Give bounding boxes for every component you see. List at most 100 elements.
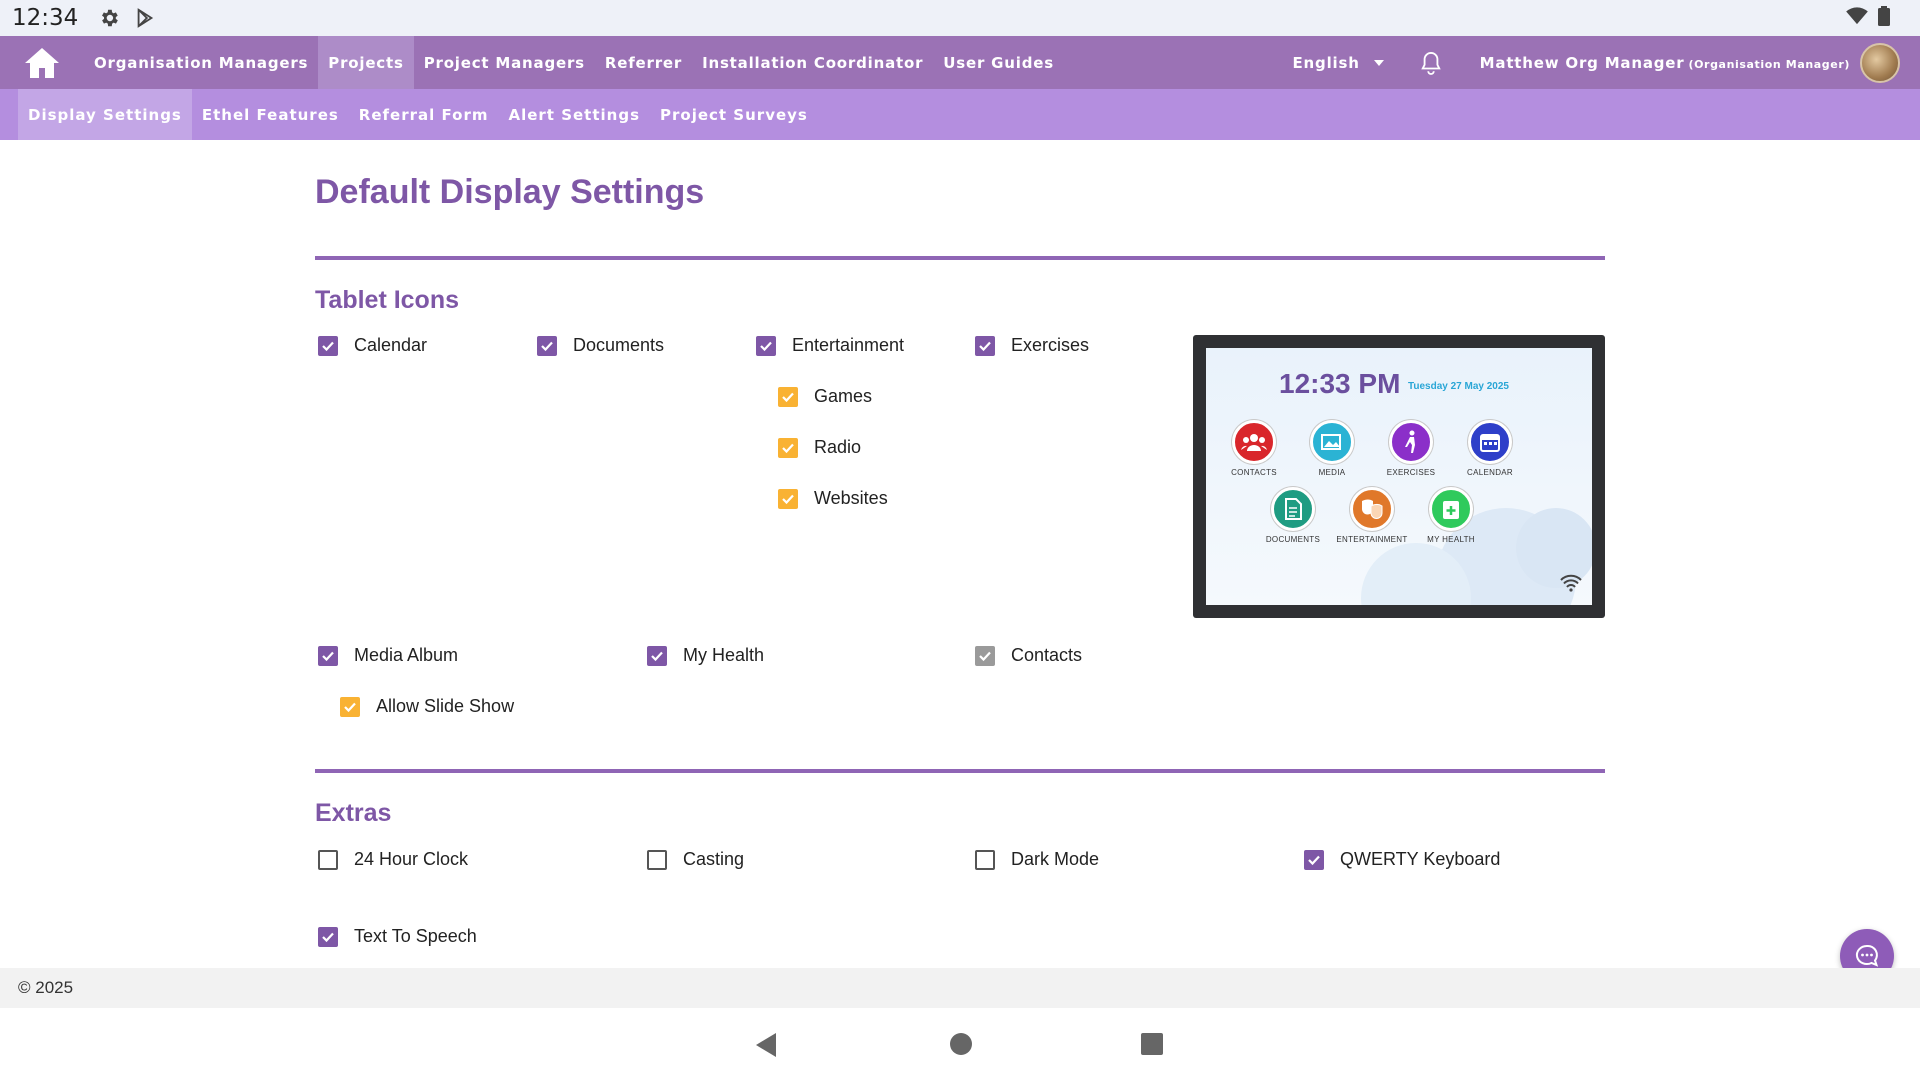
checkbox-checked-icon (975, 645, 995, 666)
tablet-preview: 12:33 PM Tuesday 27 May 2025 CONTACTS ME… (1193, 335, 1605, 618)
battery-icon (1878, 6, 1890, 31)
checkbox-unchecked-icon (975, 849, 995, 870)
tablet-app-documents: DOCUMENTS (1253, 487, 1333, 544)
checkbox-games[interactable]: Games (778, 386, 872, 407)
status-time: 12:34 (12, 5, 79, 31)
checkbox-unchecked-icon (318, 849, 338, 870)
tab-display-settings[interactable]: Display Settings (18, 89, 192, 140)
tablet-app-label: DOCUMENTS (1265, 535, 1321, 544)
system-status-bar: 12:34 (0, 0, 1920, 36)
checkbox-label: 24 Hour Clock (354, 849, 469, 869)
checkbox-qwerty-keyboard[interactable]: QWERTY Keyboard (1304, 849, 1500, 870)
section-title-extras: Extras (315, 799, 392, 827)
back-icon[interactable] (754, 1032, 778, 1063)
chevron-down-icon (1373, 59, 1384, 66)
checkbox-media-album[interactable]: Media Album (318, 645, 458, 666)
checkbox-exercises[interactable]: Exercises (975, 335, 1089, 356)
tablet-app-label: EXERCISES (1386, 468, 1436, 477)
checkbox-dark-mode[interactable]: Dark Mode (975, 849, 1099, 870)
tablet-app-label: MEDIA (1318, 468, 1346, 477)
checkbox-calendar[interactable]: Calendar (318, 335, 427, 356)
language-selector[interactable]: English (1293, 54, 1384, 72)
checkbox-checked-icon (778, 437, 798, 458)
checkbox-checked-icon (756, 335, 776, 356)
avatar[interactable] (1860, 42, 1900, 83)
tablet-app-label: CALENDAR (1467, 468, 1513, 477)
checkbox-label: Games (814, 386, 873, 406)
checkbox-label: Documents (573, 335, 665, 355)
tablet-date: Tuesday 27 May 2025 (1408, 381, 1509, 392)
checkbox-label: Calendar (354, 335, 428, 355)
tablet-app-entertainment: ENTERTAINMENT (1332, 487, 1412, 544)
checkbox-label: Dark Mode (1011, 849, 1100, 869)
checkbox-my-health[interactable]: My Health (647, 645, 764, 666)
checkbox-24-hour-clock[interactable]: 24 Hour Clock (318, 849, 468, 870)
checkbox-documents[interactable]: Documents (537, 335, 664, 356)
chat-bubble-icon (1855, 944, 1879, 967)
checkbox-checked-icon (778, 488, 798, 509)
wifi-icon (1846, 7, 1868, 30)
checkbox-label: QWERTY Keyboard (1340, 849, 1501, 869)
divider (315, 769, 1605, 773)
theatre-masks-icon (1350, 487, 1394, 531)
checkbox-entertainment[interactable]: Entertainment (756, 335, 904, 356)
recents-square-icon[interactable] (1140, 1032, 1164, 1061)
checkbox-casting[interactable]: Casting (647, 849, 744, 870)
user-role: (Organisation Manager) (1688, 58, 1850, 71)
tablet-app-label: MY HEALTH (1427, 535, 1475, 544)
exercises-icon (1389, 420, 1433, 464)
nav-user-guides[interactable]: User Guides (933, 36, 1064, 89)
checkbox-text-to-speech[interactable]: Text To Speech (318, 926, 477, 947)
checkbox-allow-slide-show[interactable]: Allow Slide Show (340, 696, 514, 717)
tab-referral-form[interactable]: Referral Form (349, 89, 499, 140)
checkbox-label: Entertainment (792, 335, 905, 355)
tablet-app-my-health: MY HEALTH (1411, 487, 1491, 544)
settings-gear-icon (98, 7, 120, 29)
checkbox-checked-icon (975, 335, 995, 356)
play-store-icon (134, 7, 156, 29)
nav-organisation-managers[interactable]: Organisation Managers (84, 36, 318, 89)
checkbox-websites[interactable]: Websites (778, 488, 888, 509)
tablet-app-label: CONTACTS (1231, 468, 1277, 477)
tablet-app-contacts: CONTACTS (1214, 420, 1294, 477)
checkbox-checked-icon (318, 926, 338, 947)
system-navigation-bar (0, 1008, 1920, 1080)
checkbox-label: My Health (683, 645, 765, 665)
checkbox-label: Websites (814, 488, 888, 508)
checkbox-checked-icon (1304, 849, 1324, 870)
divider (315, 256, 1605, 260)
tab-project-surveys[interactable]: Project Surveys (650, 89, 818, 140)
tablet-screen: 12:33 PM Tuesday 27 May 2025 CONTACTS ME… (1206, 348, 1592, 605)
nav-referrer[interactable]: Referrer (595, 36, 692, 89)
checkbox-checked-icon (778, 386, 798, 407)
nav-project-managers[interactable]: Project Managers (414, 36, 595, 89)
tab-ethel-features[interactable]: Ethel Features (192, 89, 349, 140)
checkbox-checked-icon (537, 335, 557, 356)
footer: © 2025 (0, 968, 1920, 1008)
language-label: English (1292, 53, 1360, 72)
tablet-app-label: ENTERTAINMENT (1336, 535, 1408, 544)
tab-alert-settings[interactable]: Alert Settings (498, 89, 650, 140)
checkbox-label: Exercises (1011, 335, 1090, 355)
documents-icon (1271, 487, 1315, 531)
checkbox-label: Allow Slide Show (376, 696, 515, 716)
user-name[interactable]: Matthew Org Manager (1480, 54, 1685, 72)
checkbox-label: Radio (814, 437, 862, 457)
nav-projects[interactable]: Projects (318, 36, 414, 89)
my-health-icon (1429, 487, 1473, 531)
checkbox-radio[interactable]: Radio (778, 437, 861, 458)
notifications-bell-icon[interactable] (1420, 51, 1442, 75)
checkbox-checked-icon (647, 645, 667, 666)
home-circle-icon[interactable] (949, 1032, 973, 1061)
copyright-text: © 2025 (18, 978, 74, 997)
sub-navigation-bar: Display Settings Ethel Features Referral… (0, 89, 1920, 140)
checkbox-checked-icon (318, 335, 338, 356)
tablet-app-exercises: EXERCISES (1371, 420, 1451, 477)
tablet-app-calendar: CALENDAR (1450, 420, 1530, 477)
contacts-icon (1232, 420, 1276, 464)
checkbox-label: Media Album (354, 645, 459, 665)
checkbox-label: Contacts (1011, 645, 1083, 665)
home-button[interactable] (0, 36, 84, 89)
checkbox-unchecked-icon (647, 849, 667, 870)
nav-installation-coordinator[interactable]: Installation Coordinator (692, 36, 933, 89)
